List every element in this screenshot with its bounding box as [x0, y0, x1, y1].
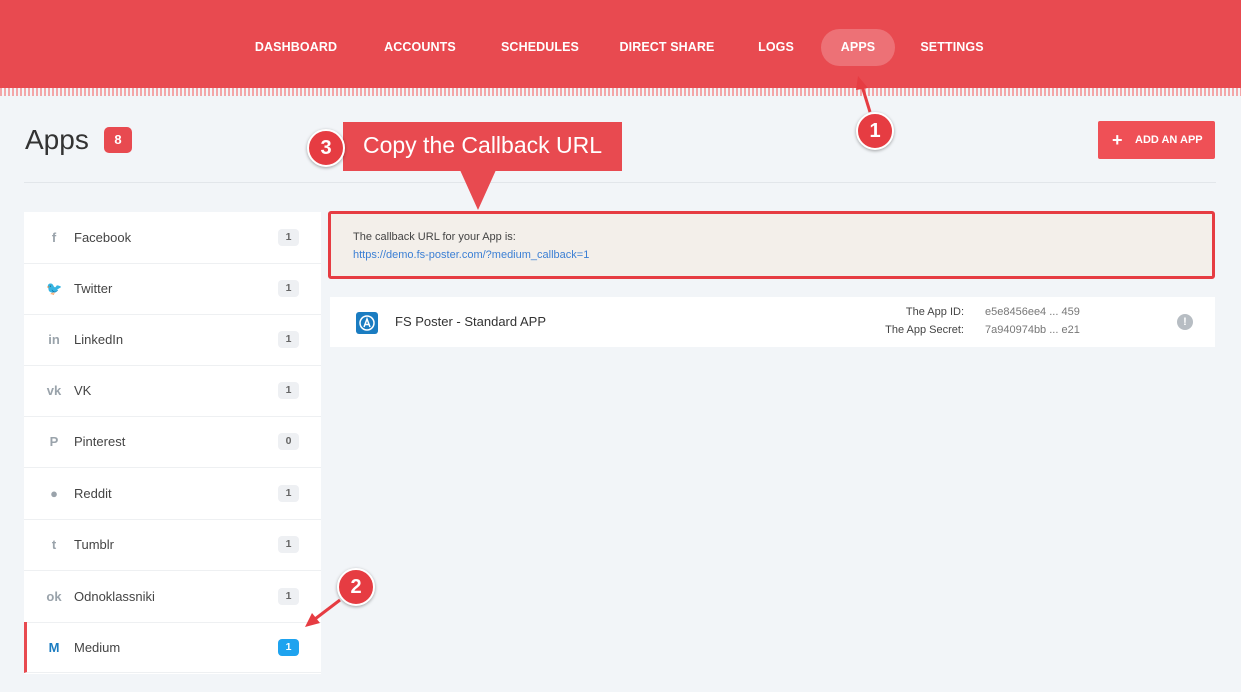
- step-marker-3: 3: [307, 129, 345, 167]
- arrow-to-apps-tab: [856, 76, 872, 113]
- step-marker-2: 2: [337, 568, 375, 606]
- annotation-arrows: [305, 76, 872, 627]
- arrow-to-medium: [305, 598, 341, 627]
- step-marker-1: 1: [856, 112, 894, 150]
